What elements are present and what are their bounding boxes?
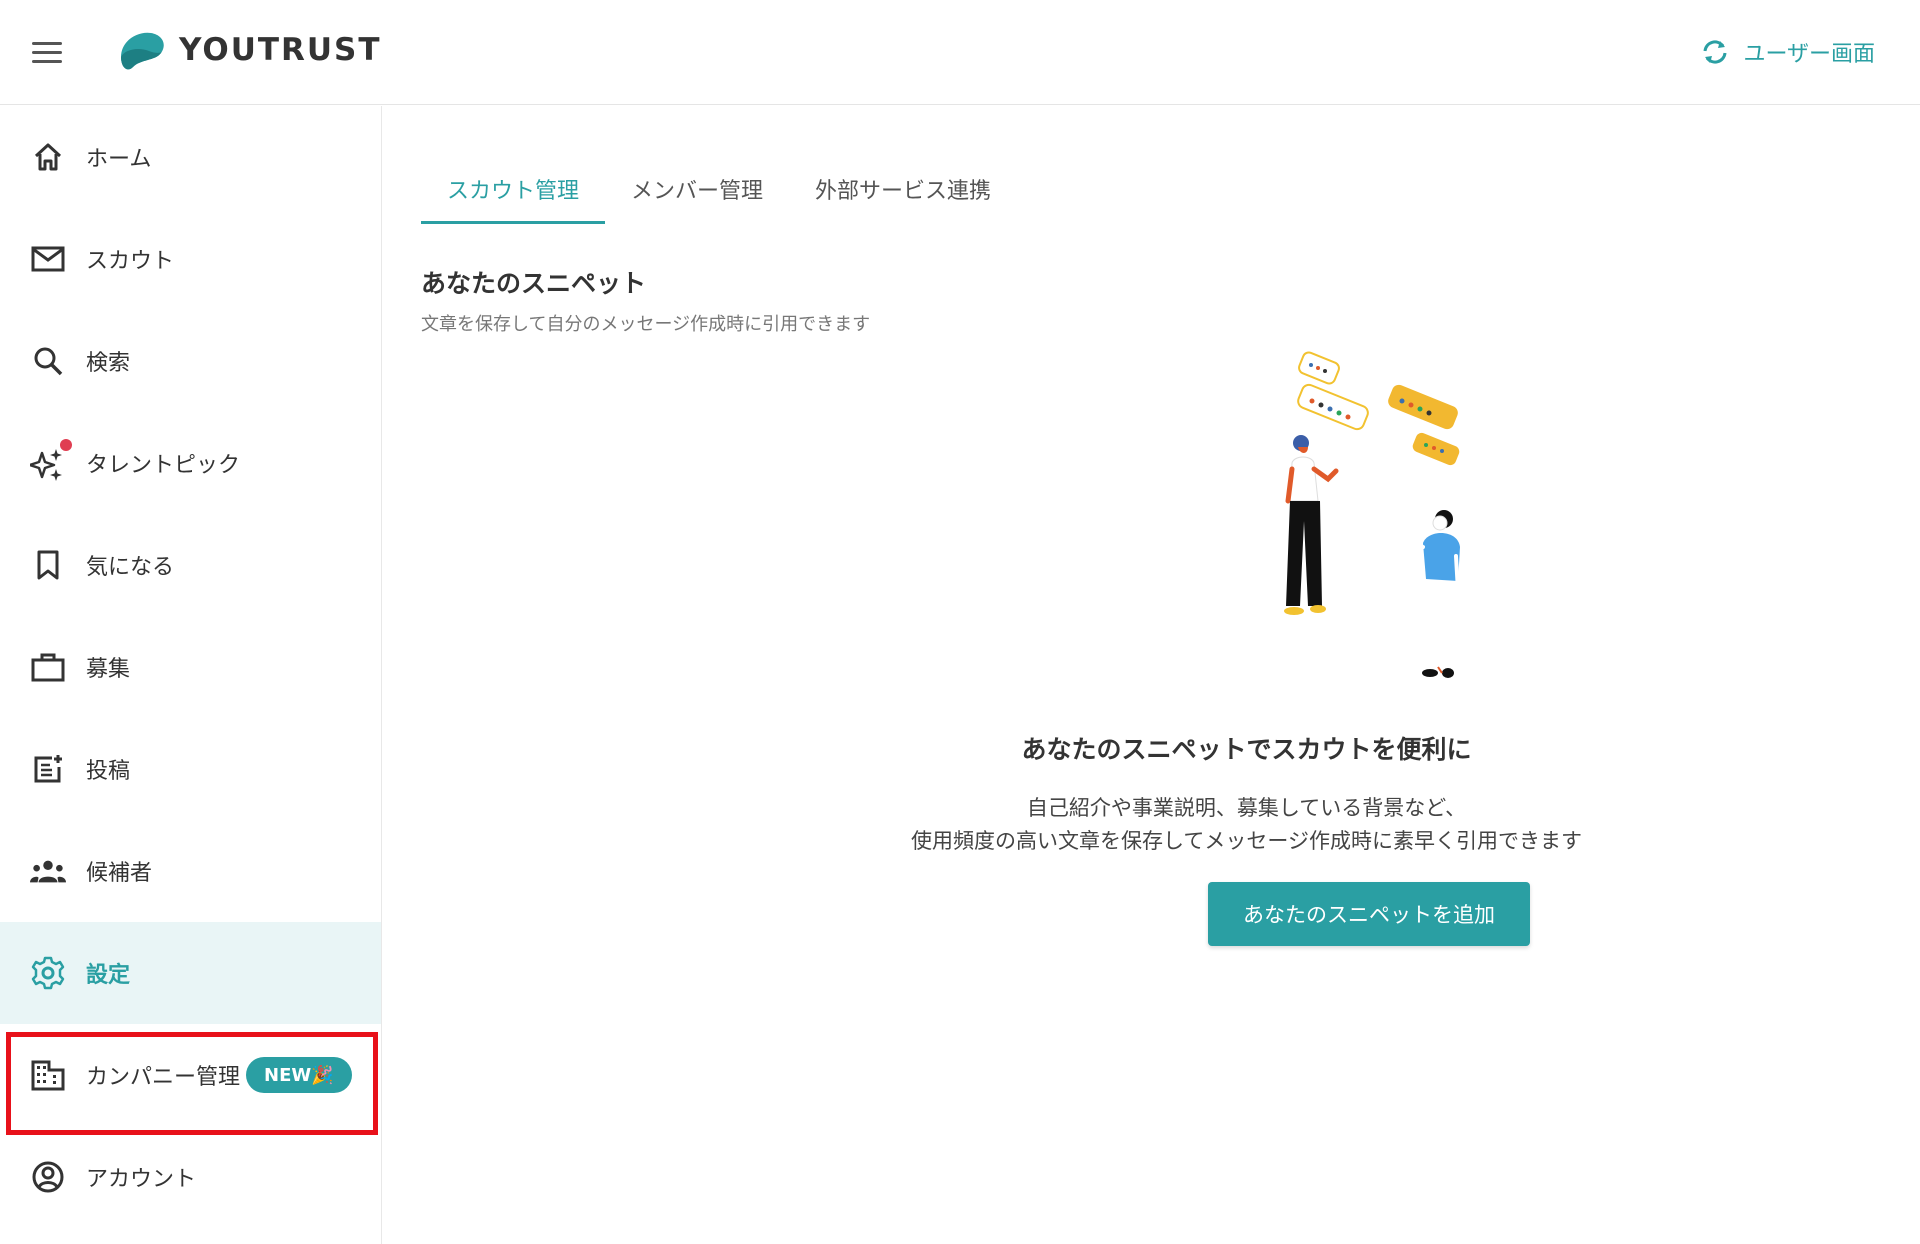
sidebar-item-home[interactable]: ホーム — [0, 106, 381, 208]
notification-dot — [60, 439, 72, 451]
chat-bubble-icon — [1297, 383, 1369, 431]
sidebar-item-account[interactable]: アカウント — [0, 1126, 381, 1228]
people-icon — [30, 853, 66, 889]
sidebar-item-label: 投稿 — [86, 759, 131, 784]
sidebar-item-label: カンパニー管理 — [86, 1065, 241, 1090]
gear-icon — [30, 955, 66, 991]
sidebar-item-favorite[interactable]: 気になる — [0, 514, 381, 616]
sidebar-item-recruit[interactable]: 募集 — [0, 616, 381, 718]
tab-external-services[interactable]: 外部サービス連携 — [789, 154, 1017, 224]
logo[interactable]: YOUTRUST — [115, 25, 382, 75]
sync-icon — [1703, 40, 1727, 64]
section-title: あなたのスニペット — [421, 269, 647, 298]
section-description: 文章を保存して自分のメッセージ作成時に引用できます — [421, 314, 871, 335]
chat-bubble-icon — [1388, 384, 1458, 430]
main-content: スカウト管理 メンバー管理 外部サービス連携 あなたのスニペット 文章を保存して… — [383, 106, 1920, 1244]
sidebar-item-label: スカウト — [86, 249, 175, 274]
search-icon — [30, 343, 66, 379]
sidebar-item-label: タレントピック — [86, 453, 241, 478]
mail-icon — [30, 241, 66, 277]
logo-text: YOUTRUST — [179, 32, 382, 68]
account-circle-icon — [30, 1159, 66, 1195]
sidebar-item-scout[interactable]: スカウト — [0, 208, 381, 310]
tab-scout-management[interactable]: スカウト管理 — [421, 154, 606, 224]
sidebar-item-post[interactable]: 投稿 — [0, 718, 381, 820]
new-badge: NEW🎉 — [246, 1057, 352, 1093]
sidebar-item-label: 候補者 — [86, 861, 153, 886]
briefcase-icon — [30, 649, 66, 685]
logo-mark-icon — [121, 32, 164, 70]
bookmark-icon — [30, 547, 66, 583]
person-standing-icon — [1284, 435, 1339, 615]
empty-state-description-line: 使用頻度の高い文章を保存してメッセージ作成時に素早く引用できます — [911, 829, 1582, 853]
sidebar-item-settings[interactable]: 設定 — [0, 922, 381, 1024]
sidebar: ホーム スカウト 検索 タレントピック 気になる 募集 投稿 候補者 設定 カン… — [0, 106, 382, 1244]
empty-state-title: あなたのスニペットでスカウトを便利に — [1021, 735, 1472, 764]
empty-state-description: 自己紹介や事業説明、募集している背景など、 使用頻度の高い文章を保存してメッセー… — [383, 792, 1920, 858]
empty-state-illustration — [1284, 351, 1460, 678]
sidebar-item-label: アカウント — [86, 1167, 197, 1192]
person-child-icon — [1398, 510, 1460, 678]
hamburger-menu-icon[interactable] — [30, 38, 66, 66]
top-header: YOUTRUST ユーザー画面 — [0, 0, 1920, 105]
chat-bubble-icon — [1412, 432, 1460, 466]
sidebar-item-company-management[interactable]: カンパニー管理 NEW🎉 — [0, 1024, 381, 1126]
user-screen-label: ユーザー画面 — [1743, 42, 1875, 67]
user-screen-link[interactable]: ユーザー画面 — [1701, 36, 1875, 68]
sidebar-item-search[interactable]: 検索 — [0, 310, 381, 412]
building-icon — [30, 1057, 66, 1093]
post-add-icon — [30, 751, 66, 787]
sparkle-icon — [30, 439, 72, 481]
sidebar-item-label: 気になる — [86, 555, 175, 580]
sidebar-item-candidates[interactable]: 候補者 — [0, 820, 381, 922]
empty-state-description-line: 自己紹介や事業説明、募集している背景など、 — [1026, 796, 1467, 820]
home-icon — [30, 139, 66, 175]
sidebar-item-label: 設定 — [86, 963, 131, 988]
add-snippet-button[interactable]: あなたのスニペットを追加 — [1208, 882, 1530, 946]
chat-bubble-icon — [1298, 351, 1340, 385]
sidebar-item-label: ホーム — [86, 147, 152, 172]
sidebar-item-label: 募集 — [86, 657, 131, 682]
tab-member-management[interactable]: メンバー管理 — [605, 154, 789, 224]
settings-tabs: スカウト管理 メンバー管理 外部サービス連携 — [421, 154, 1017, 224]
sidebar-item-talent-pick[interactable]: タレントピック — [0, 412, 381, 514]
sidebar-item-label: 検索 — [86, 351, 131, 376]
